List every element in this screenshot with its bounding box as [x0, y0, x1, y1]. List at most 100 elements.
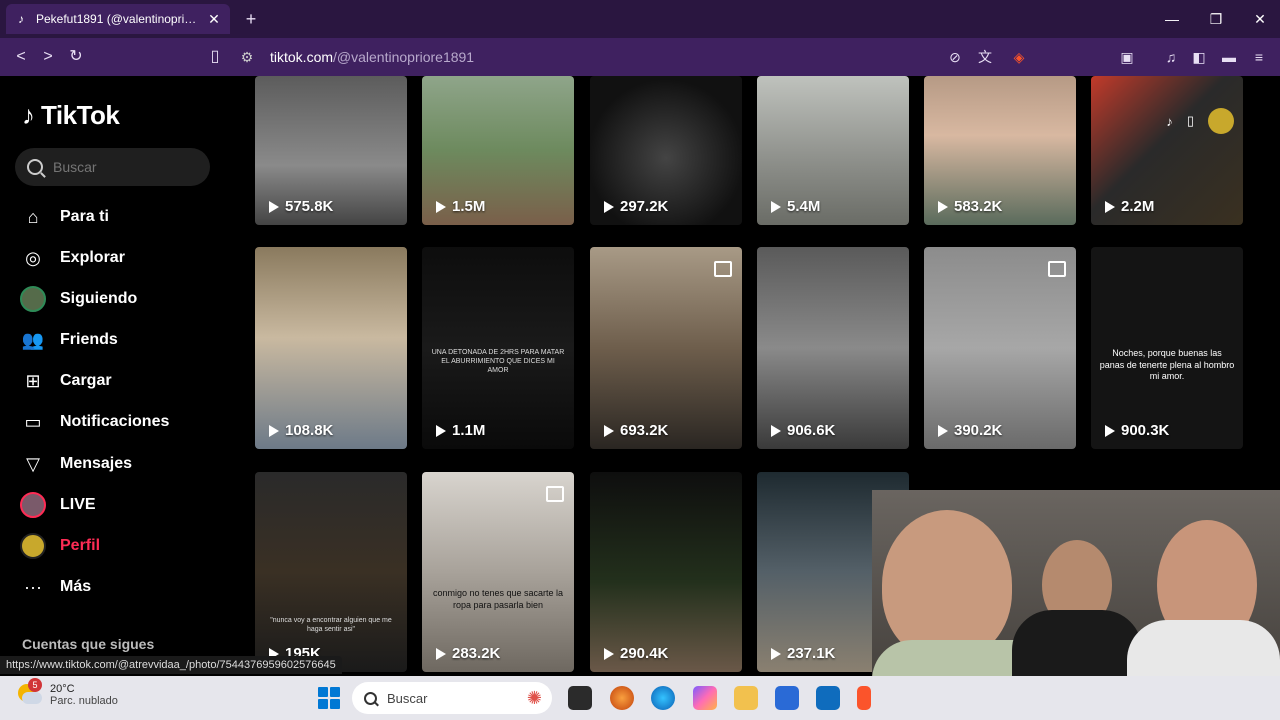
forward-icon[interactable]: >: [37, 46, 59, 68]
outlook-icon[interactable]: [816, 686, 840, 710]
nav-live[interactable]: LIVE: [20, 490, 96, 520]
video-caption: UNA DETONADA DE 2HRS PARA MATAR EL ABURR…: [431, 349, 565, 375]
reader-off-icon[interactable]: ⊘: [944, 46, 966, 68]
weather-badge: 5: [28, 678, 42, 692]
video-tile[interactable]: Noches, porque buenas las panas de tener…: [1091, 247, 1243, 449]
taskbar-search-label: Buscar: [387, 690, 428, 706]
view-count: 900.3K: [1105, 422, 1169, 439]
views-label: 390.2K: [954, 422, 1003, 439]
video-tile[interactable]: 693.2K: [590, 247, 742, 449]
video-tile[interactable]: 2.2M: [1091, 76, 1243, 225]
video-tile[interactable]: "nunca voy a encontrar alguien que me ha…: [255, 472, 407, 672]
video-tile[interactable]: 575.8K: [255, 76, 407, 225]
task-view-icon[interactable]: [568, 686, 592, 710]
play-icon: [771, 200, 781, 213]
view-count: 390.2K: [938, 422, 1002, 439]
edge-icon[interactable]: [651, 686, 675, 710]
view-count: 1.5M: [436, 198, 485, 215]
views-label: 583.2K: [954, 198, 1003, 215]
sidebar-panel-icon[interactable]: ▣: [1116, 46, 1138, 68]
browser-tab[interactable]: ♪ Pekefut1891 (@valentinopriore1 ✕: [6, 4, 230, 34]
close-window-icon[interactable]: ✕: [1238, 0, 1280, 38]
play-icon: [604, 647, 614, 660]
nav-label: LIVE: [60, 496, 96, 513]
nav-explorar[interactable]: ◎ Explorar: [20, 243, 125, 273]
inbox-icon: ▭: [24, 411, 42, 432]
play-icon: [604, 424, 614, 437]
minimize-icon[interactable]: —: [1150, 0, 1194, 38]
nav-siguiendo[interactable]: Siguiendo: [20, 284, 137, 314]
vpn-icon[interactable]: ▬: [1218, 46, 1240, 68]
video-tile[interactable]: 5.4M: [757, 76, 909, 225]
file-explorer-icon[interactable]: [734, 686, 758, 710]
play-icon: [938, 424, 948, 437]
play-icon: [604, 200, 614, 213]
nav-label: Friends: [60, 331, 118, 348]
reload-icon[interactable]: ↻: [65, 46, 87, 68]
views-label: 693.2K: [620, 422, 669, 439]
nav-friends[interactable]: 👥 Friends: [20, 325, 118, 355]
back-icon[interactable]: <: [10, 46, 32, 68]
nav-para-ti[interactable]: ⌂ Para ti: [20, 202, 109, 232]
play-icon: [771, 424, 781, 437]
translate-icon[interactable]: 文: [974, 46, 996, 68]
tiktok-wordmark: TikTok: [41, 100, 120, 130]
screen: ♪ Pekefut1891 (@valentinopriore1 ✕ + — ❐…: [0, 0, 1280, 720]
maximize-icon[interactable]: ❐: [1194, 0, 1238, 38]
view-count: 297.2K: [604, 198, 668, 215]
search-input[interactable]: [53, 159, 193, 175]
nav-notificaciones[interactable]: ▭ Notificaciones: [20, 407, 169, 437]
brave-icon[interactable]: [857, 686, 871, 710]
view-count: 906.6K: [771, 422, 835, 439]
tiktok-favicon-icon: ♪: [18, 12, 24, 26]
view-count: 290.4K: [604, 645, 668, 662]
tiktok-logo[interactable]: ♪ TikTok: [22, 100, 120, 131]
views-label: 2.2M: [1121, 198, 1155, 215]
nav-mas[interactable]: ··· Más: [20, 572, 91, 602]
video-tile[interactable]: 390.2K: [924, 247, 1076, 449]
taskbar-search[interactable]: Buscar ✺: [352, 682, 552, 714]
video-tile[interactable]: UNA DETONADA DE 2HRS PARA MATAR EL ABURR…: [422, 247, 574, 449]
brave-shield-icon[interactable]: ◈: [1008, 46, 1030, 68]
views-label: 108.8K: [285, 422, 334, 439]
store-icon[interactable]: [775, 686, 799, 710]
media-icon[interactable]: ♫: [1160, 46, 1182, 68]
nav-perfil[interactable]: Perfil: [20, 531, 100, 561]
nav-label: Siguiendo: [60, 290, 138, 307]
video-tile[interactable]: conmigo no tenes que sacarte la ropa par…: [422, 472, 574, 672]
search-box[interactable]: [15, 148, 210, 186]
profile-mini-avatar[interactable]: [1208, 108, 1234, 134]
firefox-icon[interactable]: [610, 686, 634, 710]
address-bar[interactable]: ⚙ tiktok.com /@valentinopriore1891: [236, 43, 1036, 71]
site-settings-icon[interactable]: ⚙: [236, 46, 258, 68]
nav-label: Notificaciones: [60, 413, 170, 430]
video-tile[interactable]: 290.4K: [590, 472, 742, 672]
play-icon: [436, 424, 446, 437]
split-view-icon[interactable]: ◧: [1188, 46, 1210, 68]
video-tile[interactable]: 906.6K: [757, 247, 909, 449]
tab-close-icon[interactable]: ✕: [206, 11, 222, 28]
nav-label: Más: [60, 578, 92, 595]
new-tab-button[interactable]: +: [240, 8, 262, 30]
copilot-icon[interactable]: [693, 686, 717, 710]
menu-icon[interactable]: ≡: [1248, 46, 1270, 68]
video-tile[interactable]: 583.2K: [924, 76, 1076, 225]
nav-mensajes[interactable]: ▽ Mensajes: [20, 449, 132, 479]
live-avatar: [20, 492, 46, 518]
play-icon: [436, 200, 446, 213]
play-icon: [269, 424, 279, 437]
nav-label: Mensajes: [60, 455, 133, 472]
nav-cargar[interactable]: ⊞ Cargar: [20, 366, 111, 396]
video-tile[interactable]: 297.2K: [590, 76, 742, 225]
windows-start-icon[interactable]: [318, 687, 340, 709]
bookmark-icon[interactable]: ▯: [204, 46, 226, 68]
tiktok-mini-icon[interactable]: ♪: [1166, 114, 1173, 129]
photo-carousel-icon: [546, 486, 564, 502]
video-tile[interactable]: 1.5M: [422, 76, 574, 225]
video-tile[interactable]: 108.8K: [255, 247, 407, 449]
phone-icon[interactable]: ▯: [1187, 113, 1194, 129]
weather-widget[interactable]: 5 20°C Parc. nublado: [16, 678, 118, 708]
compass-icon: ◎: [25, 247, 41, 268]
views-label: 283.2K: [452, 645, 501, 662]
view-count: 237.1K: [771, 645, 835, 662]
